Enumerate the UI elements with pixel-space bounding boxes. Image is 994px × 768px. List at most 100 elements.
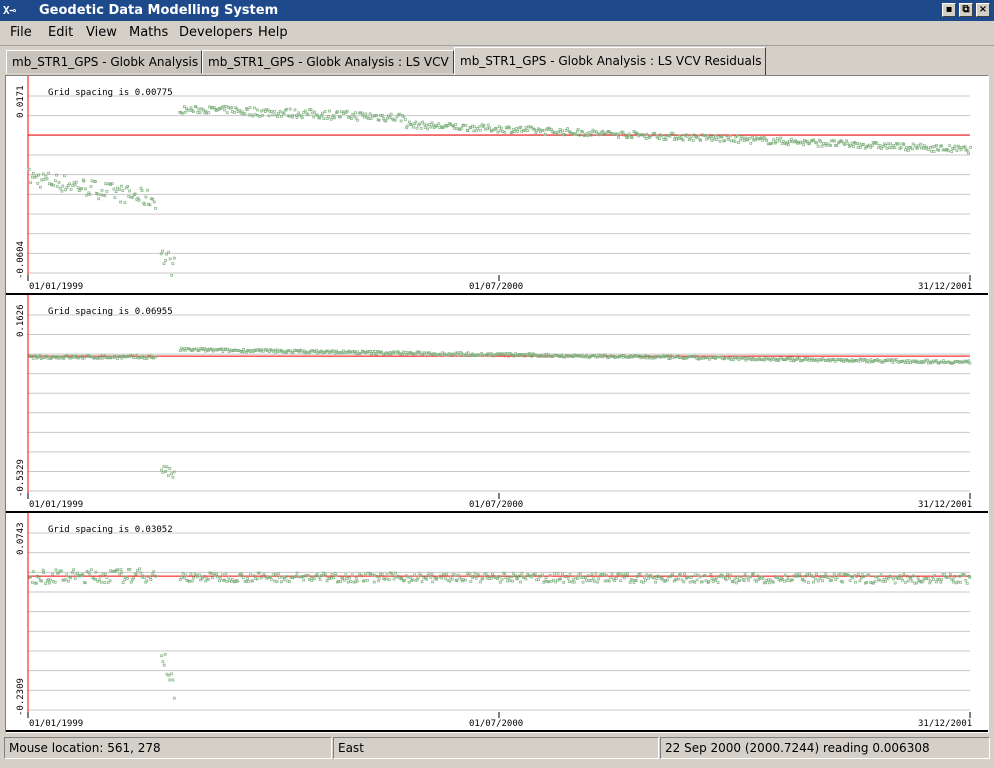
data-point — [705, 137, 708, 141]
data-point — [888, 146, 891, 149]
data-point — [504, 576, 508, 579]
data-point — [512, 572, 515, 575]
data-point — [645, 573, 649, 577]
data-point — [576, 127, 580, 131]
data-point — [230, 106, 234, 110]
plot-panel-east[interactable]: 01/01/1999 01/07/2000 31/12/2001 0.1626 -0.5… — [6, 295, 988, 513]
data-point — [691, 139, 695, 142]
minimize-button[interactable]: ▪ — [942, 3, 956, 17]
close-button[interactable]: × — [976, 3, 990, 17]
x-tick-label: 01/07/2000 — [469, 500, 523, 510]
x-tick-label: 01/07/2000 — [469, 282, 523, 292]
data-point — [968, 361, 972, 365]
data-point — [812, 580, 815, 584]
data-point — [821, 579, 824, 583]
data-point — [72, 568, 75, 572]
data-point — [171, 475, 175, 479]
data-point — [145, 357, 149, 360]
menu-file[interactable]: File — [10, 25, 32, 40]
data-point — [858, 579, 862, 583]
data-point — [891, 361, 895, 364]
data-point — [790, 137, 793, 141]
data-point — [747, 137, 751, 140]
data-point — [549, 579, 553, 583]
data-point — [278, 109, 282, 113]
data-point — [537, 578, 540, 582]
tab-globk-analysis[interactable]: mb_STR1_GPS - Globk Analysis — [6, 50, 202, 74]
data-point — [52, 183, 55, 187]
data-point — [494, 127, 498, 131]
menu-help[interactable]: Help — [258, 25, 288, 40]
data-point — [814, 577, 817, 581]
data-point — [859, 146, 863, 149]
data-point — [489, 576, 493, 580]
data-point — [729, 573, 733, 577]
data-point — [321, 573, 325, 577]
data-point — [323, 110, 327, 113]
data-point — [67, 579, 70, 583]
data-point — [709, 572, 713, 576]
data-point — [41, 172, 45, 176]
data-point — [302, 578, 305, 582]
data-point — [878, 144, 882, 147]
menu-maths[interactable]: Maths — [129, 25, 168, 40]
data-point — [479, 580, 482, 584]
plot-area[interactable]: 01/01/1999 01/07/2000 31/12/2001 0.0171 -0.0… — [5, 75, 989, 733]
data-point — [295, 571, 299, 575]
data-point — [160, 654, 163, 658]
data-point — [511, 579, 514, 583]
data-point — [374, 350, 377, 353]
data-point — [172, 696, 176, 700]
data-point — [726, 572, 729, 576]
data-point — [875, 575, 879, 579]
data-point — [716, 581, 720, 585]
data-point — [510, 575, 514, 579]
data-point — [195, 575, 199, 579]
data-point — [851, 576, 855, 580]
data-point — [550, 128, 553, 132]
data-point — [231, 577, 234, 581]
data-point — [154, 355, 157, 359]
data-point — [763, 358, 766, 362]
data-point — [466, 129, 470, 132]
menu-developers[interactable]: Developers — [179, 25, 253, 40]
data-point — [112, 187, 116, 191]
data-point — [108, 579, 112, 583]
plot-panel-north[interactable]: 01/01/1999 01/07/2000 31/12/2001 0.0171 -0.0… — [6, 76, 988, 295]
data-point — [906, 149, 910, 152]
data-point — [249, 573, 252, 577]
maximize-button[interactable]: ⧉ — [959, 3, 973, 17]
y-min-label: -0.2309 — [16, 678, 26, 716]
data-point — [354, 111, 357, 115]
data-point — [473, 571, 477, 575]
data-point — [503, 130, 507, 134]
data-point — [808, 572, 811, 576]
plot-up-svg: 01/01/1999 01/07/2000 31/12/2001 0.0743 -0.2… — [6, 513, 988, 732]
data-point — [673, 138, 676, 141]
data-point — [787, 143, 790, 147]
data-point — [609, 576, 612, 579]
data-point — [69, 576, 72, 580]
data-point — [967, 151, 970, 155]
tab-ls-vcv[interactable]: mb_STR1_GPS - Globk Analysis : LS VCV — [202, 50, 454, 74]
data-point — [856, 142, 859, 145]
data-point — [146, 188, 149, 192]
data-point — [846, 142, 850, 145]
data-point — [430, 572, 434, 576]
data-point — [97, 197, 101, 201]
data-point — [779, 136, 783, 140]
data-point — [288, 107, 292, 111]
tab-ls-vcv-residuals[interactable]: mb_STR1_GPS - Globk Analysis : LS VCV Re… — [454, 47, 766, 75]
menu-edit[interactable]: Edit — [48, 25, 73, 40]
data-point — [368, 112, 372, 116]
data-point — [717, 135, 721, 139]
menu-view[interactable]: View — [86, 25, 117, 40]
data-point — [428, 123, 431, 126]
plot-panel-up[interactable]: 01/01/1999 01/07/2000 31/12/2001 0.0743 -0.2… — [6, 513, 988, 732]
data-point — [44, 175, 48, 178]
data-point — [710, 139, 714, 142]
window-title: Geodetic Data Modelling System — [39, 3, 279, 18]
data-point — [389, 112, 393, 116]
data-point — [48, 581, 51, 585]
data-point — [227, 576, 231, 579]
